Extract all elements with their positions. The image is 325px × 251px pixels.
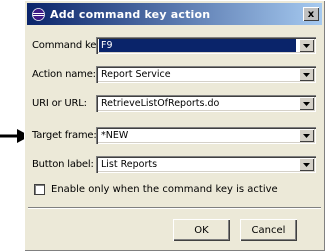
eclipse-icon: [31, 7, 45, 21]
command-key-value: F9: [99, 39, 296, 52]
button-label-combo[interactable]: List Reports: [96, 156, 316, 173]
field-row-command-key: Command key:: [32, 37, 105, 54]
button-label-value: List Reports: [101, 159, 158, 170]
field-row-uri: URI or URL:: [32, 95, 96, 112]
divider: [28, 207, 321, 209]
cancel-button[interactable]: Cancel: [240, 219, 297, 241]
chevron-down-icon[interactable]: [299, 158, 314, 171]
uri-combo[interactable]: RetrieveListOfReports.do: [96, 95, 316, 112]
add-command-key-action-dialog: Add command key action x Command key: F9…: [24, 0, 325, 251]
target-frame-combo[interactable]: *NEW: [96, 127, 316, 144]
uri-label: URI or URL:: [32, 98, 87, 109]
action-name-value: Report Service: [101, 69, 171, 80]
command-key-combo[interactable]: F9: [96, 37, 316, 54]
field-row-action-name: Action name:: [32, 66, 96, 83]
target-frame-value: *NEW: [101, 130, 129, 141]
uri-value: RetrieveListOfReports.do: [101, 98, 220, 109]
chevron-down-icon[interactable]: [299, 129, 314, 142]
dialog-title: Add command key action: [50, 7, 211, 21]
title-bar: Add command key action x: [27, 3, 322, 25]
enable-when-active-label: Enable only when the command key is acti…: [51, 184, 278, 195]
enable-when-active-checkbox-row[interactable]: Enable only when the command key is acti…: [34, 184, 278, 195]
action-name-combo[interactable]: Report Service: [96, 66, 316, 83]
chevron-down-icon[interactable]: [299, 97, 314, 110]
enable-when-active-checkbox[interactable]: [34, 184, 45, 195]
field-row-button-label: Button label:: [32, 156, 96, 173]
close-button[interactable]: x: [303, 7, 319, 21]
field-row-target-frame: Target frame:: [32, 127, 97, 144]
command-key-label: Command key:: [32, 40, 105, 51]
chevron-down-icon[interactable]: [299, 68, 314, 81]
chevron-down-icon[interactable]: [299, 39, 314, 52]
ok-button[interactable]: OK: [173, 219, 230, 241]
action-name-label: Action name:: [32, 69, 96, 80]
target-frame-label: Target frame:: [32, 130, 97, 141]
button-label-label: Button label:: [32, 159, 94, 170]
